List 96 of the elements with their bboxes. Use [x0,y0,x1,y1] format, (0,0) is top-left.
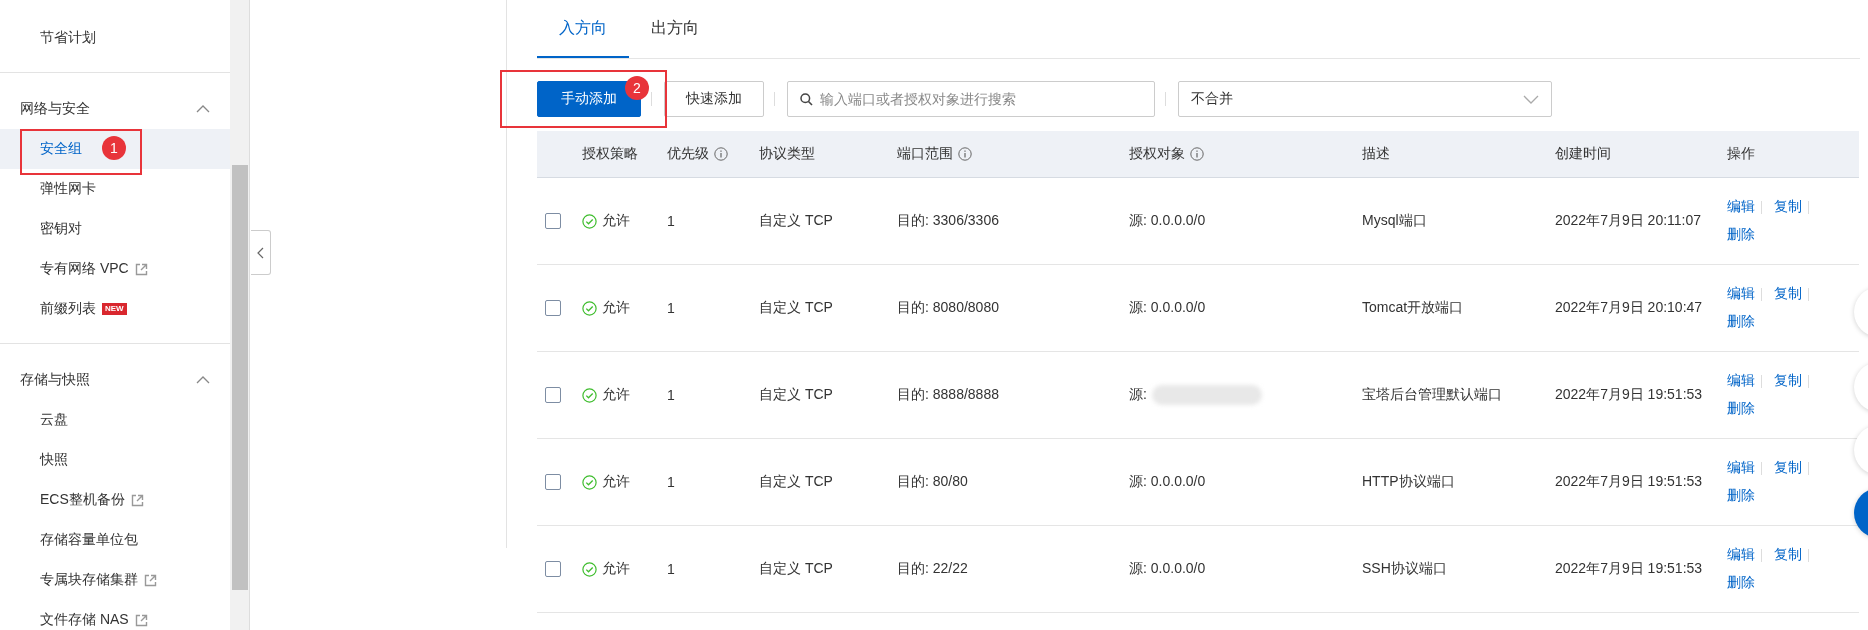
action-link[interactable]: 删除 [1727,226,1755,244]
action-link[interactable]: 复制 [1774,198,1802,216]
table-cell: 目的: 3306/3306 [897,212,999,230]
table-cell: 允许 [602,560,630,578]
table-cell: 自定义 TCP [759,560,833,578]
tab[interactable]: 出方向 [629,0,721,58]
chevron-icon[interactable] [196,376,210,384]
action-link[interactable]: 复制 [1774,546,1802,564]
check-circle-icon [582,213,597,229]
row-checkbox[interactable] [545,213,561,229]
sidebar-item[interactable]: 密钥对 [0,209,230,249]
sidebar-item[interactable]: 专属块存储集群 [0,560,230,600]
search-field[interactable]: 输入端口或者授权对象进行搜索 [787,81,1155,117]
sidebar-item[interactable]: 云盘 [0,400,230,440]
action-link[interactable]: 复制 [1774,372,1802,390]
table-cell: 目的: 80/80 [897,473,968,491]
step-badge: 2 [625,76,649,100]
table-cell: 源: 0.0.0.0/0 [1129,299,1206,317]
chevron-icon[interactable] [196,105,210,113]
chevron-left-icon [257,246,264,259]
collapse-button[interactable] [251,230,271,275]
action-link[interactable]: 复制 [1774,459,1802,477]
sidebar-item[interactable]: 前缀列表 NEW [0,289,230,329]
table-cell: 宝塔后台管理默认端口 [1362,386,1502,404]
table-cell: 源: [1129,386,1147,404]
table-cell: 源: 0.0.0.0/0 [1129,212,1206,230]
action-link[interactable]: 编辑 [1727,372,1755,390]
sidebar-group-title[interactable]: 网络与安全 [20,100,90,118]
table-cell: Mysql端口 [1362,212,1427,230]
check-circle-icon [582,474,597,490]
table-cell: 1 [667,474,675,490]
action-link[interactable]: 编辑 [1727,546,1755,564]
table-cell: 2022年7月9日 19:51:53 [1555,560,1703,578]
sidebar-group-title[interactable]: 存储与快照 [20,371,90,389]
row-checkbox[interactable] [545,474,561,490]
table-cell: 1 [667,561,675,577]
column-header: 优先级 [659,131,751,178]
table-cell: HTTP协议端口 [1362,473,1455,491]
action-link[interactable]: 编辑 [1727,459,1755,477]
table-cell: 目的: 8888/8888 [897,386,999,404]
column-header: 操作 [1719,131,1859,178]
column-header [537,131,574,178]
quick-add-button[interactable]: 快速添加 [664,81,764,117]
column-header: 授权策略 [574,131,659,178]
table-cell: 2022年7月9日 19:51:53 [1555,473,1703,491]
table-cell: 允许 [602,299,630,317]
action-link[interactable]: 删除 [1727,487,1755,505]
table-cell: 允许 [602,473,630,491]
scrollbar[interactable] [230,0,250,630]
row-checkbox[interactable] [545,561,561,577]
table-cell: 目的: 22/22 [897,560,968,578]
column-header: 端口范围 [889,131,1121,178]
table-cell: 目的: 8080/8080 [897,299,999,317]
action-link[interactable]: 删除 [1727,574,1755,592]
action-link[interactable]: 删除 [1727,400,1755,418]
table-cell: Tomcat开放端口 [1362,299,1464,317]
table-cell: 2022年7月9日 19:51:53 [1555,386,1703,404]
merge-select[interactable]: 不合并 [1178,81,1552,117]
table-cell: 1 [667,213,675,229]
sidebar-item[interactable]: 弹性网卡 [0,169,230,209]
column-header: 授权对象 [1121,131,1354,178]
table-cell: 允许 [602,386,630,404]
sidebar-item[interactable]: 存储容量单位包 [0,520,230,560]
table-cell: 源: 0.0.0.0/0 [1129,560,1206,578]
table-cell: 自定义 TCP [759,473,833,491]
table-cell: 源: 0.0.0.0/0 [1129,473,1206,491]
action-link[interactable]: 编辑 [1727,285,1755,303]
table-cell: 自定义 TCP [759,299,833,317]
row-checkbox[interactable] [545,387,561,403]
table-cell: 2022年7月9日 20:11:07 [1555,212,1702,230]
table-cell: 自定义 TCP [759,386,833,404]
column-header: 描述 [1354,131,1547,178]
table-cell: 1 [667,387,675,403]
check-circle-icon [582,387,597,403]
table-cell: 自定义 TCP [759,212,833,230]
search-icon [800,93,813,106]
table-cell: 允许 [602,212,630,230]
sidebar-item[interactable]: 节省计划 [0,18,230,58]
column-header: 协议类型 [751,131,889,178]
action-link[interactable]: 复制 [1774,285,1802,303]
check-circle-icon [582,561,597,577]
column-header: 创建时间 [1547,131,1719,178]
check-circle-icon [582,300,597,316]
action-link[interactable]: 删除 [1727,313,1755,331]
action-link[interactable]: 编辑 [1727,198,1755,216]
table-cell: 1 [667,300,675,316]
row-checkbox[interactable] [545,300,561,316]
table-cell: SSH协议端口 [1362,560,1447,578]
sidebar-item[interactable]: 快照 [0,440,230,480]
table-cell: 2022年7月9日 20:10:47 [1555,299,1703,317]
sidebar-item[interactable]: ECS整机备份 [0,480,230,520]
chevron-down-icon [1523,94,1539,104]
sidebar-item[interactable]: 文件存储 NAS [0,600,230,630]
tab[interactable]: 入方向 [537,0,629,58]
sidebar-item[interactable]: 专有网络 VPC [0,249,230,289]
new-badge: NEW [102,303,127,315]
